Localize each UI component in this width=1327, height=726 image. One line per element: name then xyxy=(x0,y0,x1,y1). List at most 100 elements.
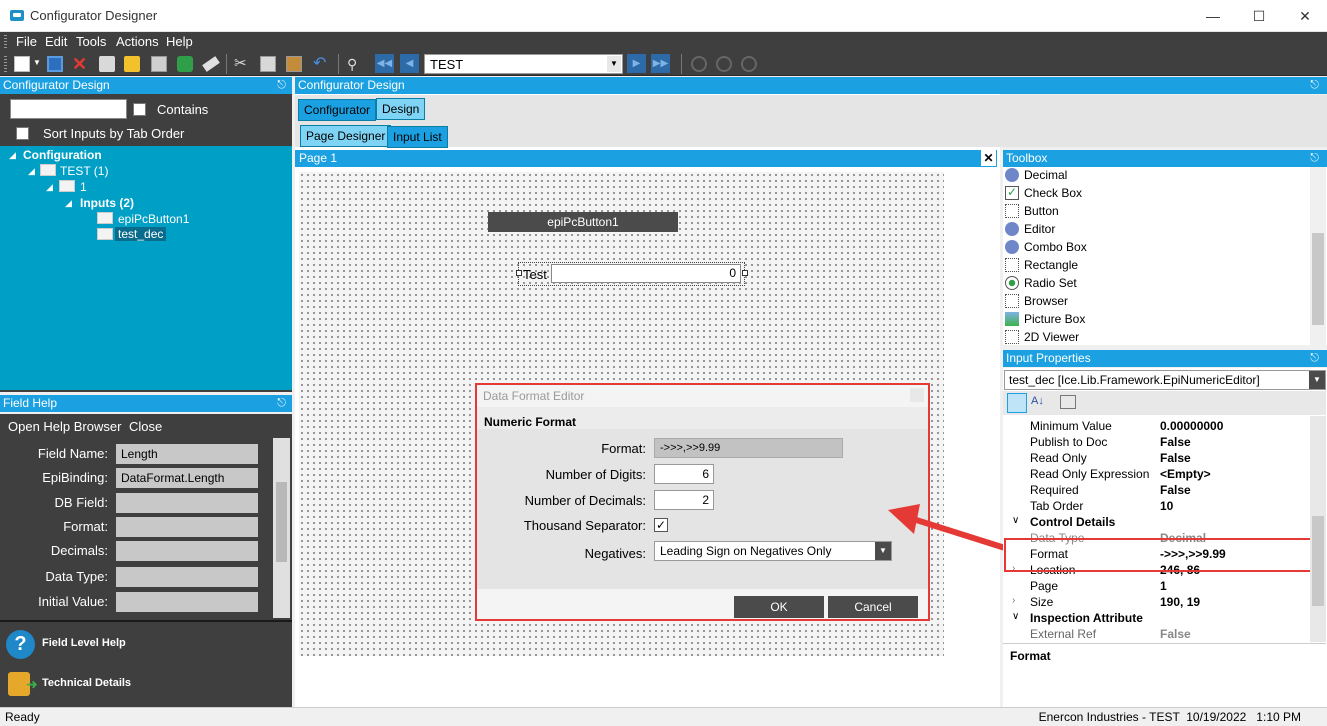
tab-configurator[interactable]: Configurator xyxy=(298,99,377,121)
toolbox-item-radio-set[interactable]: Radio Set xyxy=(1024,276,1077,290)
last-record-icon[interactable]: ▶▶ xyxy=(651,54,670,73)
tree-node-test-dec[interactable]: test_dec xyxy=(115,227,167,241)
toolbox-item-decimal[interactable]: Decimal xyxy=(1024,168,1067,182)
menu-tools[interactable]: Tools xyxy=(76,34,106,49)
attach-icon[interactable] xyxy=(151,56,167,72)
prop-value[interactable]: 0.00000000 xyxy=(1160,419,1223,433)
prop-value[interactable]: False xyxy=(1160,435,1191,449)
binoculars-icon[interactable]: ⚲ xyxy=(347,56,363,72)
test-dec-control[interactable]: Test 0 xyxy=(516,262,748,286)
number-of-decimals-input[interactable]: 2 xyxy=(654,490,714,510)
sort-alpha-icon[interactable]: A↓ xyxy=(1031,395,1044,407)
resize-handle[interactable] xyxy=(516,270,522,276)
sort-inputs-checkbox[interactable] xyxy=(16,127,29,140)
tree-node-inputs[interactable]: Inputs (2) xyxy=(80,196,134,210)
paste-icon[interactable] xyxy=(286,56,302,72)
toolbox-item-rectangle[interactable]: Rectangle xyxy=(1024,258,1078,272)
tab-input-list[interactable]: Input List xyxy=(387,126,448,148)
toolbox-item-button[interactable]: Button xyxy=(1024,204,1059,218)
maximize-button[interactable]: ☐ xyxy=(1236,0,1282,32)
prop-value[interactable]: False xyxy=(1160,483,1191,497)
chevron-down-icon[interactable]: ▼ xyxy=(607,56,621,72)
pin-icon[interactable]: ⎋ xyxy=(1310,77,1319,94)
prop-value[interactable]: False xyxy=(1160,627,1191,641)
properties-scrollbar[interactable] xyxy=(1310,416,1326,642)
new-icon[interactable] xyxy=(14,56,30,72)
pin-icon[interactable]: ⎋ xyxy=(277,77,286,94)
next-record-icon[interactable]: ▶ xyxy=(627,54,646,73)
test-dec-input[interactable]: 0 xyxy=(551,264,741,283)
cancel-button[interactable]: Cancel xyxy=(828,596,918,618)
ok-button[interactable]: OK xyxy=(734,596,824,618)
save-icon[interactable] xyxy=(47,56,63,72)
refresh-icon[interactable] xyxy=(177,56,193,72)
menu-actions[interactable]: Actions xyxy=(116,34,159,49)
expand-icon[interactable]: › xyxy=(1012,595,1015,606)
tree-node-page[interactable]: 1 xyxy=(80,180,87,194)
delete-icon[interactable]: ✕ xyxy=(72,55,88,73)
collapse-icon[interactable]: ◢ xyxy=(46,182,53,193)
prop-value[interactable]: 1 xyxy=(1160,579,1167,593)
book-icon[interactable] xyxy=(99,56,115,72)
pin-icon[interactable]: ⎋ xyxy=(1310,350,1319,367)
toolbox-item-picture-box[interactable]: Picture Box xyxy=(1024,312,1085,326)
chevron-down-icon[interactable]: ▼ xyxy=(1309,371,1325,389)
prop-value[interactable]: <Empty> xyxy=(1160,467,1211,481)
back-icon[interactable] xyxy=(691,56,707,72)
close-icon[interactable]: ✕ xyxy=(981,150,996,166)
menu-help[interactable]: Help xyxy=(166,34,193,49)
forward-icon[interactable] xyxy=(716,56,732,72)
toolbox-scrollbar[interactable] xyxy=(1310,167,1326,345)
collapse-category-icon[interactable]: ∨ xyxy=(1012,611,1019,622)
collapse-icon[interactable]: ◢ xyxy=(28,166,35,177)
close-window-button[interactable]: ✕ xyxy=(1282,0,1327,32)
field-help-scrollbar[interactable] xyxy=(273,438,290,618)
tab-design[interactable]: Design xyxy=(376,98,426,120)
undo-icon[interactable]: ↶ xyxy=(313,56,329,72)
minimize-button[interactable]: — xyxy=(1190,0,1236,32)
cut-icon[interactable]: ✂ xyxy=(234,56,250,72)
open-help-browser-button[interactable]: Open Help Browser xyxy=(8,419,121,434)
menu-file[interactable]: File xyxy=(16,34,37,49)
tab-page-designer[interactable]: Page Designer xyxy=(300,125,392,147)
tree-node-test[interactable]: TEST (1) xyxy=(60,164,108,178)
thousand-separator-checkbox[interactable]: ✓ xyxy=(654,518,668,532)
pin-icon[interactable]: ⎋ xyxy=(277,395,286,412)
toolbox-item-browser[interactable]: Browser xyxy=(1024,294,1068,308)
collapse-category-icon[interactable]: ∨ xyxy=(1012,515,1019,526)
property-pages-icon[interactable] xyxy=(1060,395,1076,409)
dialog-close-icon[interactable] xyxy=(910,388,924,402)
open-folder-icon[interactable] xyxy=(124,56,140,72)
negatives-select[interactable]: Leading Sign on Negatives Only ▼ xyxy=(654,541,892,561)
toolbox-item-combo-box[interactable]: Combo Box xyxy=(1024,240,1087,254)
categorized-icon[interactable] xyxy=(1007,393,1027,413)
stop-icon[interactable] xyxy=(741,56,757,72)
tree-search-input[interactable] xyxy=(10,99,127,119)
prev-record-icon[interactable]: ◀ xyxy=(400,54,419,73)
copy-icon[interactable] xyxy=(260,56,276,72)
contains-checkbox[interactable] xyxy=(133,103,146,116)
pin-icon[interactable]: ⎋ xyxy=(1310,150,1319,167)
prop-value[interactable]: 190, 19 xyxy=(1160,595,1200,609)
format-input[interactable]: ->>>,>>9.99 xyxy=(654,438,843,458)
epipcbutton1-control[interactable]: epiPcButton1 xyxy=(488,212,678,232)
prop-value[interactable]: 10 xyxy=(1160,499,1173,513)
tree-node-configuration[interactable]: Configuration xyxy=(23,148,102,162)
field-help-close-button[interactable]: Close xyxy=(129,419,162,434)
new-dropdown-icon[interactable]: ▼ xyxy=(33,58,41,67)
collapse-icon[interactable]: ◢ xyxy=(65,198,72,209)
record-combo[interactable]: TEST ▼ xyxy=(424,54,623,74)
tree-node-epipcbutton1[interactable]: epiPcButton1 xyxy=(118,212,189,226)
technical-details-button[interactable]: Technical Details xyxy=(42,677,131,689)
prop-value[interactable]: False xyxy=(1160,451,1191,465)
toolbox-item-2d-viewer[interactable]: 2D Viewer xyxy=(1024,330,1079,344)
first-record-icon[interactable]: ◀◀ xyxy=(375,54,394,73)
collapse-icon[interactable]: ◢ xyxy=(9,150,16,161)
resize-handle[interactable] xyxy=(742,270,748,276)
field-level-help-button[interactable]: Field Level Help xyxy=(42,637,126,649)
toolbox-item-editor[interactable]: Editor xyxy=(1024,222,1055,236)
toolbox-item-check-box[interactable]: Check Box xyxy=(1024,186,1082,200)
menu-edit[interactable]: Edit xyxy=(45,34,67,49)
object-select[interactable]: test_dec [Ice.Lib.Framework.EpiNumericEd… xyxy=(1004,370,1326,390)
number-of-digits-input[interactable]: 6 xyxy=(654,464,714,484)
